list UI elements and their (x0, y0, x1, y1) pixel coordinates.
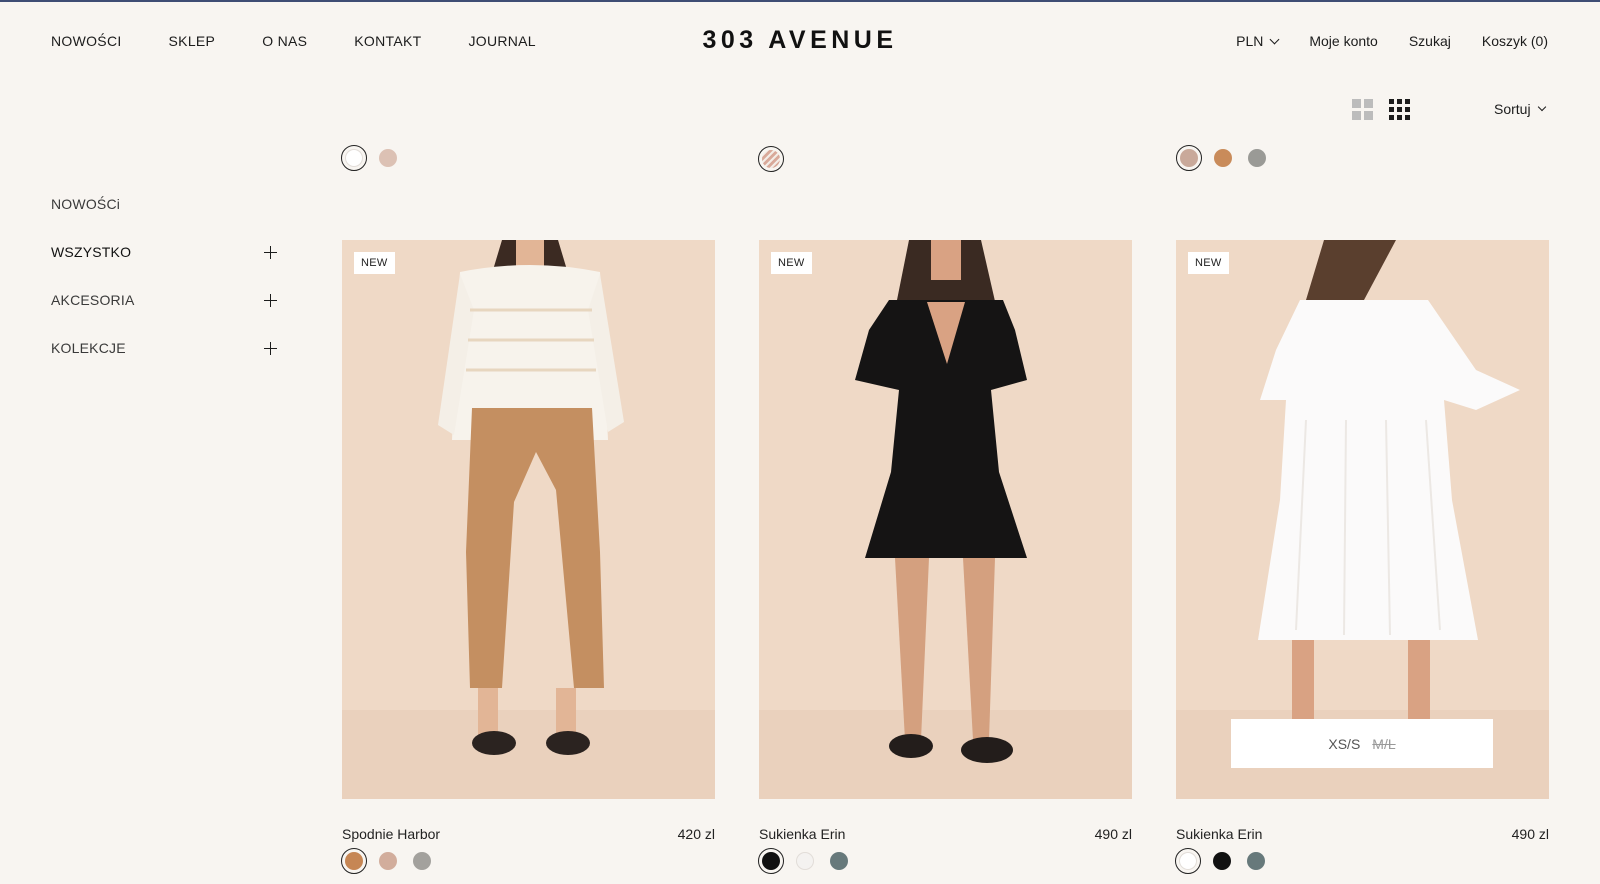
swatch-color-dot (345, 149, 363, 167)
product-info: Sukienka Erin 490 zl (1176, 826, 1549, 842)
sidebar-item-label: KOLEKCJE (51, 340, 126, 356)
color-swatch[interactable] (1210, 145, 1236, 171)
new-badge: NEW (771, 252, 812, 274)
model-photo (342, 240, 715, 799)
color-swatches (1176, 145, 1278, 171)
sidebar-item-label: AKCESORIA (51, 292, 135, 308)
color-swatch[interactable] (1243, 848, 1269, 874)
sidebar-item-label: WSZYSTKO (51, 244, 132, 260)
product-card[interactable]: NEW Spodnie Harbor 420 zl (341, 240, 715, 874)
color-swatches (1175, 848, 1277, 874)
search-link[interactable]: Szukaj (1409, 33, 1451, 49)
swatch-color-dot (1179, 852, 1197, 870)
swatch-color-dot (1180, 149, 1198, 167)
product-info: Spodnie Harbor 420 zl (342, 826, 715, 842)
account-link[interactable]: Moje konto (1309, 33, 1377, 49)
sort-dropdown[interactable]: Sortuj (1494, 101, 1546, 117)
currency-label: PLN (1236, 33, 1264, 49)
product-info: Sukienka Erin 490 zl (759, 826, 1132, 842)
swatch-color-dot (762, 852, 780, 870)
sidebar-item-kolekcje[interactable]: KOLEKCJE (51, 340, 277, 388)
color-swatch[interactable] (1244, 145, 1270, 171)
product-name[interactable]: Sukienka Erin (1176, 826, 1262, 842)
color-swatches (758, 848, 860, 874)
utility-nav: PLN Moje konto Szukaj Koszyk (0) (1236, 33, 1548, 49)
product-name[interactable]: Sukienka Erin (759, 826, 845, 842)
color-swatch[interactable] (409, 848, 435, 874)
color-swatch[interactable] (1176, 145, 1202, 171)
color-swatch[interactable] (1175, 848, 1201, 874)
product-name[interactable]: Spodnie Harbor (342, 826, 440, 842)
swatch-color-dot (762, 150, 780, 168)
product-card[interactable]: NEW XS/S M/L Sukienka Erin 490 zl (1175, 240, 1549, 874)
color-swatch[interactable] (341, 145, 367, 171)
chevron-down-icon (1269, 34, 1280, 44)
grid-2-icon[interactable] (1352, 99, 1373, 120)
color-swatch[interactable] (826, 848, 852, 874)
swatch-color-dot (830, 852, 848, 870)
plus-icon[interactable] (264, 294, 277, 307)
cart-link[interactable]: Koszyk (0) (1482, 33, 1548, 49)
sort-label: Sortuj (1494, 101, 1531, 117)
color-swatches (341, 848, 443, 874)
color-swatch[interactable] (341, 848, 367, 874)
color-swatch[interactable] (758, 848, 784, 874)
swatch-color-dot (1247, 852, 1265, 870)
product-price: 420 zl (677, 826, 715, 842)
product-image[interactable]: NEW XS/S M/L (1176, 240, 1549, 799)
size-option-available[interactable]: XS/S (1328, 736, 1360, 752)
product-image[interactable]: NEW (342, 240, 715, 799)
currency-selector[interactable]: PLN (1236, 33, 1280, 49)
color-swatch[interactable] (792, 848, 818, 874)
chevron-down-icon (1537, 102, 1546, 112)
swatch-color-dot (345, 852, 363, 870)
product-price: 490 zl (1094, 826, 1132, 842)
grid-3-icon[interactable] (1389, 99, 1410, 120)
model-photo (759, 240, 1132, 799)
swatch-color-dot (1248, 149, 1266, 167)
category-sidebar: NOWOŚCi WSZYSTKO AKCESORIA KOLEKCJE (51, 196, 277, 388)
swatch-color-dot (379, 852, 397, 870)
site-header: NOWOŚCI SKLEP O NAS KONTAKT JOURNAL 303 … (0, 2, 1600, 80)
sidebar-item-label: NOWOŚCi (51, 196, 121, 212)
color-swatches (341, 145, 409, 171)
swatch-color-dot (379, 149, 397, 167)
product-card[interactable]: NEW Sukienka Erin 490 zl (758, 240, 1132, 874)
color-swatch[interactable] (758, 146, 784, 172)
size-selector: XS/S M/L (1231, 719, 1493, 768)
plus-icon[interactable] (264, 246, 277, 259)
new-badge: NEW (354, 252, 395, 274)
color-swatches (758, 146, 792, 172)
product-price: 490 zl (1511, 826, 1549, 842)
model-photo (1176, 240, 1549, 799)
product-image[interactable]: NEW (759, 240, 1132, 799)
color-swatch[interactable] (375, 145, 401, 171)
swatch-color-dot (796, 852, 814, 870)
sidebar-item-akcesoria[interactable]: AKCESORIA (51, 292, 277, 340)
sidebar-item-wszystko[interactable]: WSZYSTKO (51, 244, 277, 292)
swatch-color-dot (413, 852, 431, 870)
color-swatch[interactable] (1209, 848, 1235, 874)
color-swatch[interactable] (375, 848, 401, 874)
sidebar-item-nowosci[interactable]: NOWOŚCi (51, 196, 277, 244)
new-badge: NEW (1188, 252, 1229, 274)
swatch-color-dot (1214, 149, 1232, 167)
swatch-color-dot (1213, 852, 1231, 870)
size-option-unavailable: M/L (1372, 735, 1396, 752)
plus-icon[interactable] (264, 342, 277, 355)
